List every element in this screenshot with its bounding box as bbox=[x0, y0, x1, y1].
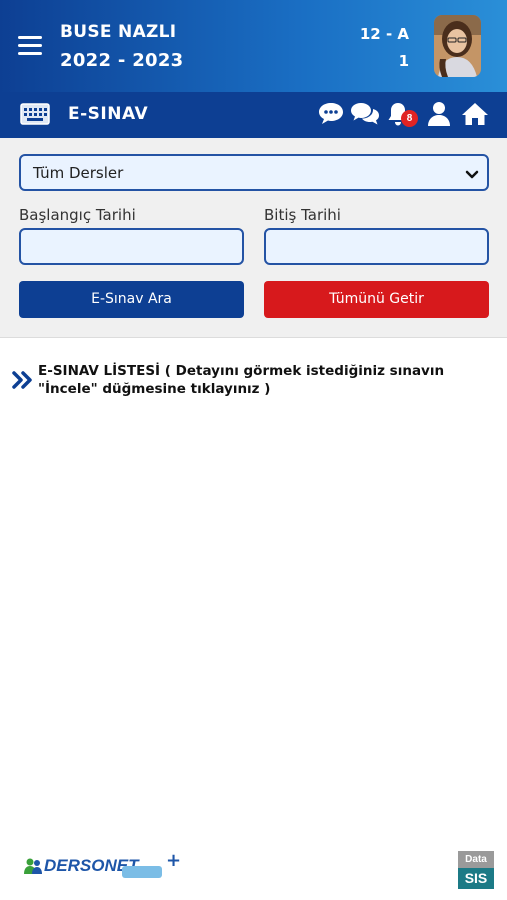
chevron-down-icon bbox=[465, 166, 479, 184]
student-number: 1 bbox=[398, 52, 409, 70]
user-icon[interactable] bbox=[427, 101, 451, 131]
home-icon[interactable] bbox=[461, 101, 489, 131]
search-exam-button[interactable]: E-Sınav Ara bbox=[19, 281, 244, 318]
course-select-value: Tüm Dersler bbox=[33, 164, 124, 182]
student-name: BUSE NAZLI bbox=[60, 22, 177, 42]
course-select[interactable]: Tüm Dersler bbox=[19, 154, 489, 191]
datasis-logo-bottom: SIS bbox=[458, 868, 494, 889]
plus-icon: + bbox=[166, 850, 182, 871]
notification-badge: 8 bbox=[401, 110, 418, 127]
school-year: 2022 - 2023 bbox=[60, 50, 184, 71]
datasis-logo-top: Data bbox=[458, 851, 494, 868]
start-date-label: Başlangıç Tarihi bbox=[19, 206, 136, 224]
app-header: BUSE NAZLI 2022 - 2023 12 - A 1 bbox=[0, 0, 507, 92]
class-name: 12 - A bbox=[359, 25, 409, 43]
datasis-logo: Data SIS bbox=[458, 851, 494, 889]
module-toolbar: E-SINAV bbox=[0, 92, 507, 138]
exam-list-title: E-SINAV LİSTESİ ( Detayını görmek istedi… bbox=[38, 363, 445, 397]
conversation-icon[interactable] bbox=[350, 101, 380, 131]
start-date-field[interactable] bbox=[19, 228, 244, 265]
end-date-label: Bitiş Tarihi bbox=[264, 206, 341, 224]
chat-bubble-icon[interactable] bbox=[318, 101, 344, 129]
avatar[interactable] bbox=[434, 15, 481, 77]
menu-icon[interactable] bbox=[18, 36, 42, 56]
keyboard-icon bbox=[20, 103, 50, 129]
page-title: E-SINAV bbox=[68, 104, 149, 124]
end-date-field[interactable] bbox=[264, 228, 489, 265]
dersonet-logo-accent bbox=[122, 866, 162, 878]
double-chevron-right-icon bbox=[12, 371, 34, 393]
get-all-button[interactable]: Tümünü Getir bbox=[264, 281, 489, 318]
filter-panel: Tüm Dersler Başlangıç Tarihi Bitiş Tarih… bbox=[0, 138, 507, 338]
